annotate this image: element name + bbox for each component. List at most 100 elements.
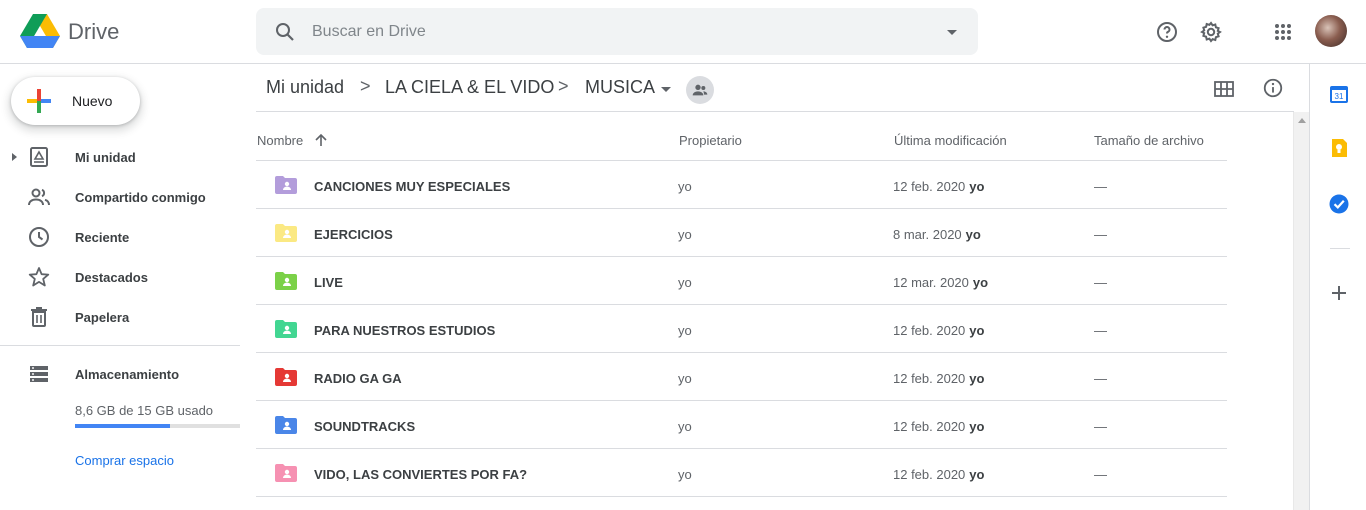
- modified-date-text: 8 mar. 2020: [893, 227, 962, 242]
- table-row[interactable]: EJERCICIOS yo 8 mar. 2020 yo —: [256, 209, 1227, 257]
- modified-date-text: 12 feb. 2020: [893, 419, 966, 434]
- file-owner: yo: [678, 323, 692, 338]
- storage-progress-bar: [75, 424, 240, 428]
- side-panel: 31: [1309, 64, 1366, 510]
- sidebar-item-my-drive[interactable]: Mi unidad: [0, 141, 240, 173]
- column-header-last-modified[interactable]: Última modificación: [894, 133, 1007, 148]
- tasks-icon[interactable]: [1329, 194, 1349, 214]
- shared-folder-people-icon[interactable]: [686, 76, 714, 104]
- plus-icon: [27, 89, 51, 113]
- file-modified-date: 8 mar. 2020 yo: [893, 227, 981, 242]
- vertical-scrollbar[interactable]: [1293, 112, 1309, 510]
- drive-logo-icon[interactable]: [20, 14, 60, 48]
- file-owner: yo: [678, 419, 692, 434]
- sidebar-item-label: Reciente: [75, 230, 130, 245]
- modified-date-text: 12 feb. 2020: [893, 467, 966, 482]
- grid-view-icon[interactable]: [1213, 78, 1235, 100]
- shared-folder-icon: [275, 464, 297, 482]
- sidebar-item-label: Compartido conmigo: [75, 190, 206, 205]
- table-row[interactable]: VIDO, LAS CONVIERTES POR FA? yo 12 feb. 20…: [256, 449, 1227, 497]
- apps-grid-icon[interactable]: [1267, 16, 1299, 48]
- file-modified-date: 12 feb. 2020 yo: [893, 419, 984, 434]
- toolbar-divider: [256, 111, 1294, 112]
- modified-by: yo: [969, 323, 985, 338]
- column-header-name[interactable]: Nombre: [257, 133, 303, 148]
- file-owner: yo: [678, 371, 692, 386]
- modified-by: yo: [972, 275, 989, 290]
- buy-storage-link[interactable]: Comprar espacio: [75, 453, 174, 468]
- breadcrumb-current-folder[interactable]: MUSICA: [585, 77, 655, 98]
- sort-arrow-up-icon[interactable]: [313, 132, 329, 148]
- table-row[interactable]: CANCIONES MUY ESPECIALES yo 12 feb. 2020 yo…: [256, 161, 1227, 209]
- modified-by: yo: [969, 467, 985, 482]
- people-icon: [28, 188, 50, 206]
- file-name: PARA NUESTROS ESTUDIOS: [314, 323, 496, 338]
- sidebar-divider: [0, 345, 240, 346]
- expand-caret-icon[interactable]: [12, 153, 17, 161]
- modified-by: yo: [965, 227, 981, 242]
- file-size: —: [1094, 371, 1107, 386]
- storage-usage-text: 8,6 GB de 15 GB usado: [75, 403, 214, 418]
- modified-by: yo: [969, 179, 985, 194]
- shared-folder-icon: [275, 224, 297, 242]
- storage-progress-fill: [75, 424, 170, 428]
- settings-gear-icon[interactable]: [1195, 16, 1227, 48]
- shared-folder-icon: [275, 416, 297, 434]
- modified-date-text: 12 feb. 2020: [893, 323, 966, 338]
- sidebar-item-starred[interactable]: Destacados: [0, 261, 240, 293]
- file-owner: yo: [678, 179, 692, 194]
- table-row[interactable]: SOUNDTRACKS yo 12 feb. 2020 yo —: [256, 401, 1227, 449]
- file-size: —: [1094, 323, 1107, 338]
- app-title[interactable]: Drive: [68, 19, 119, 45]
- file-modified-date: 12 feb. 2020 yo: [893, 179, 984, 194]
- scroll-up-arrow-icon[interactable]: [1298, 118, 1306, 123]
- breadcrumb-item[interactable]: LA CIELA & EL VIDO: [385, 77, 554, 98]
- side-panel-divider: [1330, 248, 1350, 249]
- file-owner: yo: [678, 275, 692, 290]
- sidebar-item-label: Almacenamiento: [75, 367, 180, 382]
- column-header-file-size[interactable]: Tamaño de archivo: [1094, 133, 1204, 148]
- file-size: —: [1094, 467, 1107, 482]
- search-input[interactable]: [312, 8, 912, 55]
- info-icon[interactable]: [1262, 77, 1284, 99]
- file-owner: yo: [678, 467, 692, 482]
- calendar-icon[interactable]: 31: [1329, 84, 1349, 104]
- sidebar-item-shared-with-me[interactable]: Compartido conmigo: [0, 181, 240, 213]
- sidebar-item-label: Mi unidad: [75, 150, 136, 165]
- sidebar-item-trash[interactable]: Papelera: [0, 301, 240, 333]
- table-row[interactable]: PARA NUESTROS ESTUDIOS yo 12 feb. 2020 yo —: [256, 305, 1227, 353]
- file-modified-date: 12 mar. 2020 yo: [893, 275, 988, 290]
- new-button-label: Nuevo: [72, 93, 113, 109]
- file-modified-date: 12 feb. 2020 yo: [893, 467, 984, 482]
- trash-icon: [31, 307, 47, 327]
- breadcrumb-item[interactable]: Mi unidad: [266, 77, 344, 98]
- file-name: VIDO, LAS CONVIERTES POR FA?: [314, 467, 528, 482]
- file-name: EJERCICIOS: [314, 227, 393, 242]
- column-header-owner[interactable]: Propietario: [679, 133, 742, 148]
- search-options-dropdown-icon[interactable]: [940, 20, 964, 44]
- modified-by: yo: [969, 371, 985, 386]
- search-icon[interactable]: [273, 20, 297, 44]
- help-icon[interactable]: [1151, 16, 1183, 48]
- file-modified-date: 12 feb. 2020 yo: [893, 371, 984, 386]
- modified-date-text: 12 feb. 2020: [893, 371, 966, 386]
- keep-icon[interactable]: [1329, 138, 1349, 158]
- sidebar-item-storage[interactable]: Almacenamiento: [0, 358, 240, 390]
- sidebar-item-recent[interactable]: Reciente: [0, 221, 240, 253]
- new-button[interactable]: Nuevo: [11, 77, 140, 125]
- file-size: —: [1094, 227, 1107, 242]
- add-addon-plus-icon[interactable]: [1329, 283, 1349, 303]
- sidebar-item-label: Papelera: [75, 310, 130, 325]
- folder-menu-dropdown-icon[interactable]: [659, 82, 673, 96]
- star-icon: [28, 267, 50, 287]
- file-name: SOUNDTRACKS: [314, 419, 416, 434]
- my-drive-icon: [30, 147, 48, 167]
- shared-folder-icon: [275, 176, 297, 194]
- table-row[interactable]: LIVE yo 12 mar. 2020 yo —: [256, 257, 1227, 305]
- top-bar: Drive: [0, 0, 1366, 64]
- table-row[interactable]: RADIO GA GA yo 12 feb. 2020 yo —: [256, 353, 1227, 401]
- breadcrumb-separator: >: [558, 76, 569, 96]
- file-name: CANCIONES MUY ESPECIALES: [314, 179, 511, 194]
- account-avatar[interactable]: [1315, 15, 1347, 47]
- search-bar[interactable]: [256, 8, 978, 55]
